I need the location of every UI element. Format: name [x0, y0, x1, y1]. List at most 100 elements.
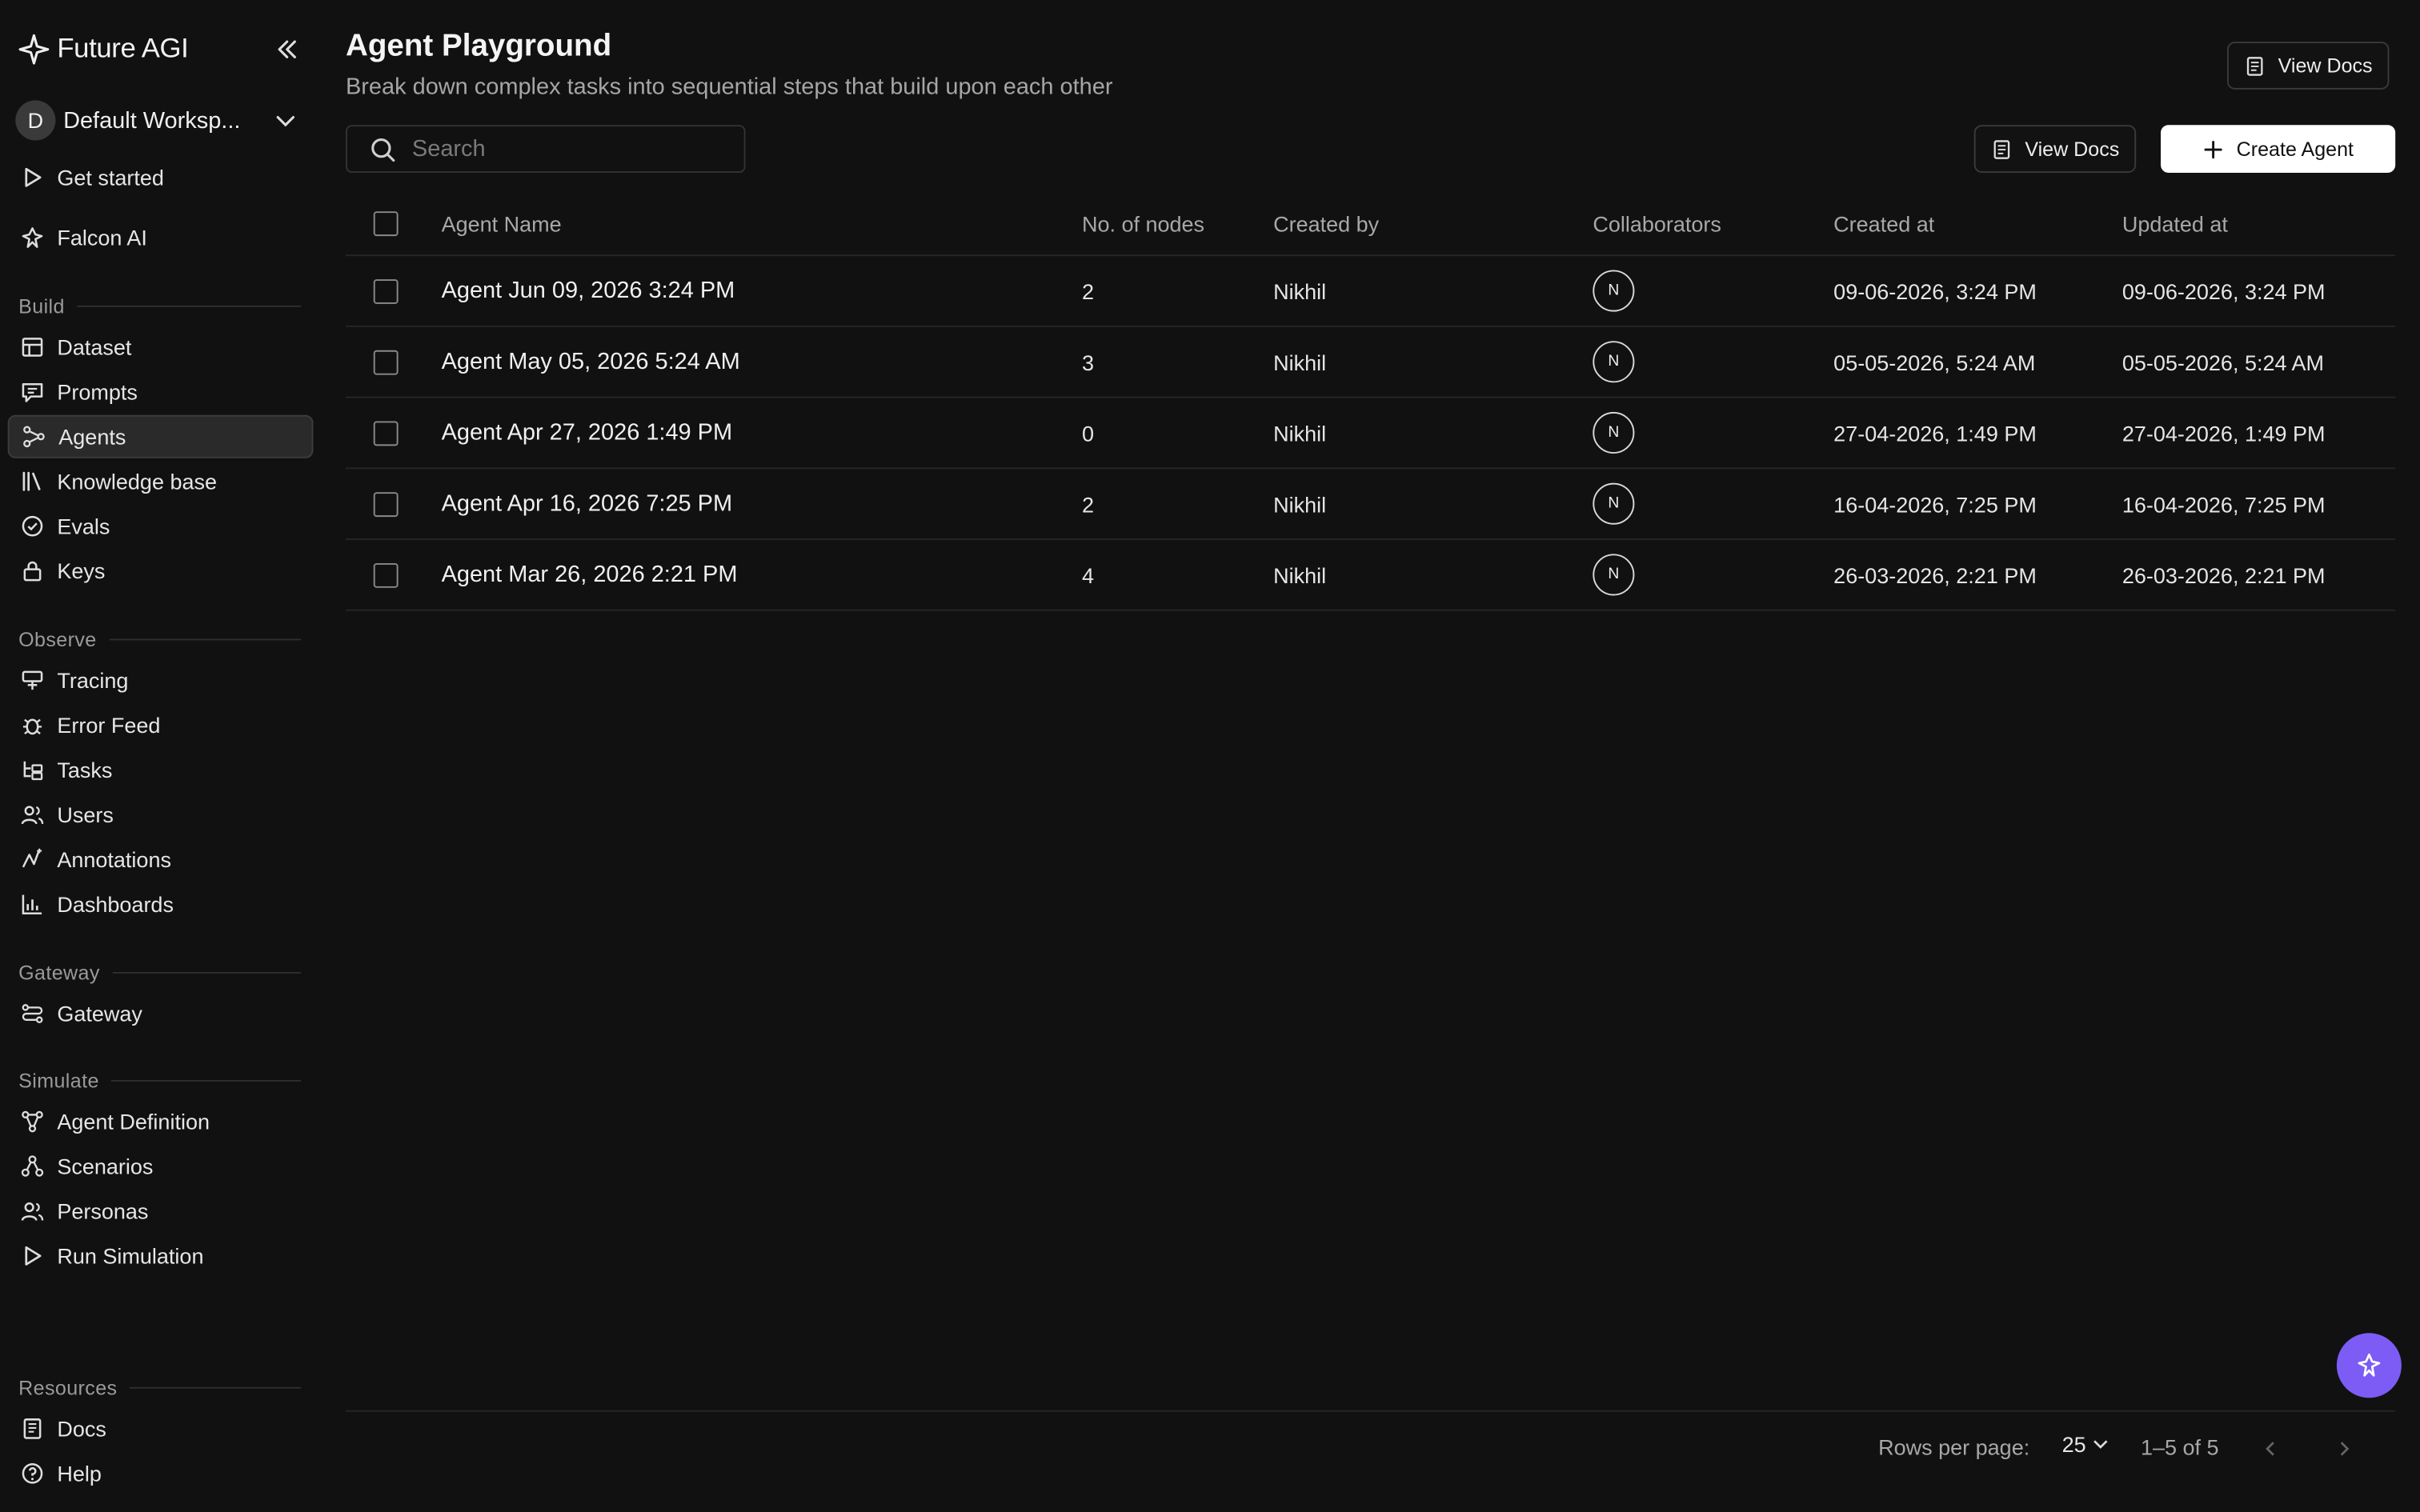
previous-page-button[interactable] — [2258, 1435, 2283, 1463]
agent-name[interactable]: Agent Apr 16, 2026 7:25 PM — [442, 469, 732, 538]
rows-per-page-label: Rows per page: — [1878, 1434, 2030, 1460]
header-view-docs-button[interactable]: View Docs — [2226, 42, 2390, 90]
column-header-created-by[interactable]: Created by — [1273, 191, 1379, 254]
column-header-agent-name[interactable]: Agent Name — [442, 191, 562, 254]
row-checkbox[interactable] — [373, 562, 399, 587]
nav-evals[interactable]: Evals — [8, 505, 314, 548]
annotation-sparkle-icon — [22, 848, 42, 868]
create-agent-button[interactable]: Create Agent — [2161, 125, 2396, 174]
row-checkbox[interactable] — [373, 420, 399, 446]
chat-prompt-icon — [22, 382, 43, 402]
nav-dataset[interactable]: Dataset — [8, 326, 314, 369]
nav-label: Tasks — [57, 757, 113, 782]
collaborator-avatar: N — [1593, 270, 1635, 312]
table-header-row: Agent Name No. of nodes Created by Colla… — [346, 191, 2396, 257]
sidebar: Future AGI D Default Worksp... Get start… — [0, 0, 324, 1512]
next-page-button[interactable] — [2332, 1435, 2357, 1463]
table-row[interactable]: Agent Jun 09, 2026 3:24 PM 2 Nikhil N 09… — [346, 256, 2396, 327]
nav-error-feed[interactable]: Error Feed — [8, 703, 314, 746]
document-icon — [2246, 56, 2263, 75]
rows-per-page-value: 25 — [2061, 1431, 2086, 1457]
nav-knowledge-base[interactable]: Knowledge base — [8, 460, 314, 503]
nav-prompts[interactable]: Prompts — [8, 370, 314, 414]
nav-label: Users — [57, 802, 114, 827]
updated-at: 27-04-2026, 1:49 PM — [2122, 420, 2326, 446]
column-header-created-at[interactable]: Created at — [1833, 191, 1934, 254]
nav-label: Get started — [57, 165, 164, 190]
chevron-right-icon — [2340, 1442, 2350, 1456]
section-build: Build — [18, 294, 302, 318]
agent-name[interactable]: Agent Jun 09, 2026 3:24 PM — [442, 256, 735, 326]
nav-help[interactable]: Help — [8, 1452, 314, 1495]
chevron-down-icon — [2093, 1440, 2107, 1449]
select-all-checkbox[interactable] — [373, 210, 399, 236]
toolbar-view-docs-button[interactable]: View Docs — [1973, 125, 2137, 174]
future-agi-logo-icon — [18, 33, 50, 64]
rows-per-page-select[interactable]: 25 — [2062, 1432, 2109, 1457]
nav-keys[interactable]: Keys — [8, 550, 314, 593]
column-header-updated-at[interactable]: Updated at — [2122, 191, 2228, 254]
workspace-avatar: D — [15, 100, 56, 141]
chevron-down-icon — [276, 116, 294, 127]
workspace-switcher[interactable]: D Default Worksp... — [15, 98, 308, 142]
nav-label: Docs — [57, 1416, 106, 1442]
collaborators-cell: N — [1593, 327, 1635, 397]
nav-agents[interactable]: Agents — [7, 414, 314, 458]
brand-name: Future AGI — [57, 32, 189, 64]
column-header-collaborators[interactable]: Collaborators — [1593, 191, 1721, 254]
created-by: Nikhil — [1273, 349, 1327, 374]
table-row[interactable]: Agent May 05, 2026 5:24 AM 3 Nikhil N 05… — [346, 327, 2396, 398]
falcon-assistant-button[interactable] — [2336, 1333, 2402, 1398]
nav-users[interactable]: Users — [8, 793, 314, 836]
nav-personas[interactable]: Personas — [8, 1190, 314, 1233]
nav-tasks[interactable]: Tasks — [8, 748, 314, 791]
created-by: Nikhil — [1273, 562, 1327, 587]
node-count: 0 — [1081, 420, 1094, 446]
nav-dashboards[interactable]: Dashboards — [8, 882, 314, 926]
nav-label: Scenarios — [57, 1154, 154, 1179]
create-agent-label: Create Agent — [2236, 137, 2354, 161]
column-header-nodes[interactable]: No. of nodes — [1082, 191, 1204, 254]
nav-label: Knowledge base — [57, 469, 218, 494]
table-row[interactable]: Agent Mar 26, 2026 2:21 PM 4 Nikhil N 26… — [346, 540, 2396, 611]
updated-at: 09-06-2026, 3:24 PM — [2122, 278, 2326, 303]
row-checkbox[interactable] — [373, 491, 399, 517]
created-at: 27-04-2026, 1:49 PM — [1833, 420, 2037, 446]
search-input[interactable] — [411, 135, 721, 162]
nav-gateway[interactable]: Gateway — [8, 992, 314, 1035]
section-resources: Resources — [18, 1376, 302, 1399]
row-checkbox[interactable] — [373, 349, 399, 374]
table-row[interactable]: Agent Apr 27, 2026 1:49 PM 0 Nikhil N 27… — [346, 398, 2396, 470]
row-select-cell — [373, 398, 399, 468]
nav-label: Gateway — [57, 1001, 142, 1026]
section-divider — [109, 638, 302, 641]
created-at: 09-06-2026, 3:24 PM — [1833, 278, 2037, 303]
section-gateway: Gateway — [18, 962, 302, 984]
search-box[interactable] — [346, 125, 746, 174]
brand-logo[interactable]: Future AGI — [18, 32, 189, 66]
row-checkbox[interactable] — [373, 278, 399, 303]
nav-get-started[interactable]: Get started — [8, 156, 314, 199]
footer-divider — [346, 1410, 2396, 1412]
agent-name[interactable]: Agent Apr 27, 2026 1:49 PM — [442, 398, 732, 468]
nav-falcon-ai[interactable]: Falcon AI — [8, 216, 314, 259]
agent-name[interactable]: Agent May 05, 2026 5:24 AM — [442, 327, 740, 397]
collaborator-avatar: N — [1593, 341, 1635, 383]
nav-docs[interactable]: Docs — [8, 1407, 314, 1450]
falcon-icon — [22, 227, 43, 248]
table-row[interactable]: Agent Apr 16, 2026 7:25 PM 2 Nikhil N 16… — [346, 469, 2396, 541]
nav-label: Run Simulation — [57, 1243, 204, 1269]
nav-scenarios[interactable]: Scenarios — [8, 1145, 314, 1188]
section-observe: Observe — [18, 628, 302, 651]
agent-name[interactable]: Agent Mar 26, 2026 2:21 PM — [442, 540, 738, 610]
collapse-sidebar-icon[interactable] — [273, 35, 301, 63]
nav-run-simulation[interactable]: Run Simulation — [8, 1234, 314, 1278]
collaborator-avatar: N — [1593, 554, 1635, 596]
row-select-cell — [373, 327, 399, 397]
agents-table: Agent Name No. of nodes Created by Colla… — [346, 191, 2396, 611]
nav-annotations[interactable]: Annotations — [8, 838, 314, 881]
play-icon — [25, 1246, 42, 1266]
nav-agent-definition[interactable]: Agent Definition — [8, 1100, 314, 1143]
nav-tracing[interactable]: Tracing — [8, 659, 314, 702]
section-label: Build — [18, 294, 65, 318]
